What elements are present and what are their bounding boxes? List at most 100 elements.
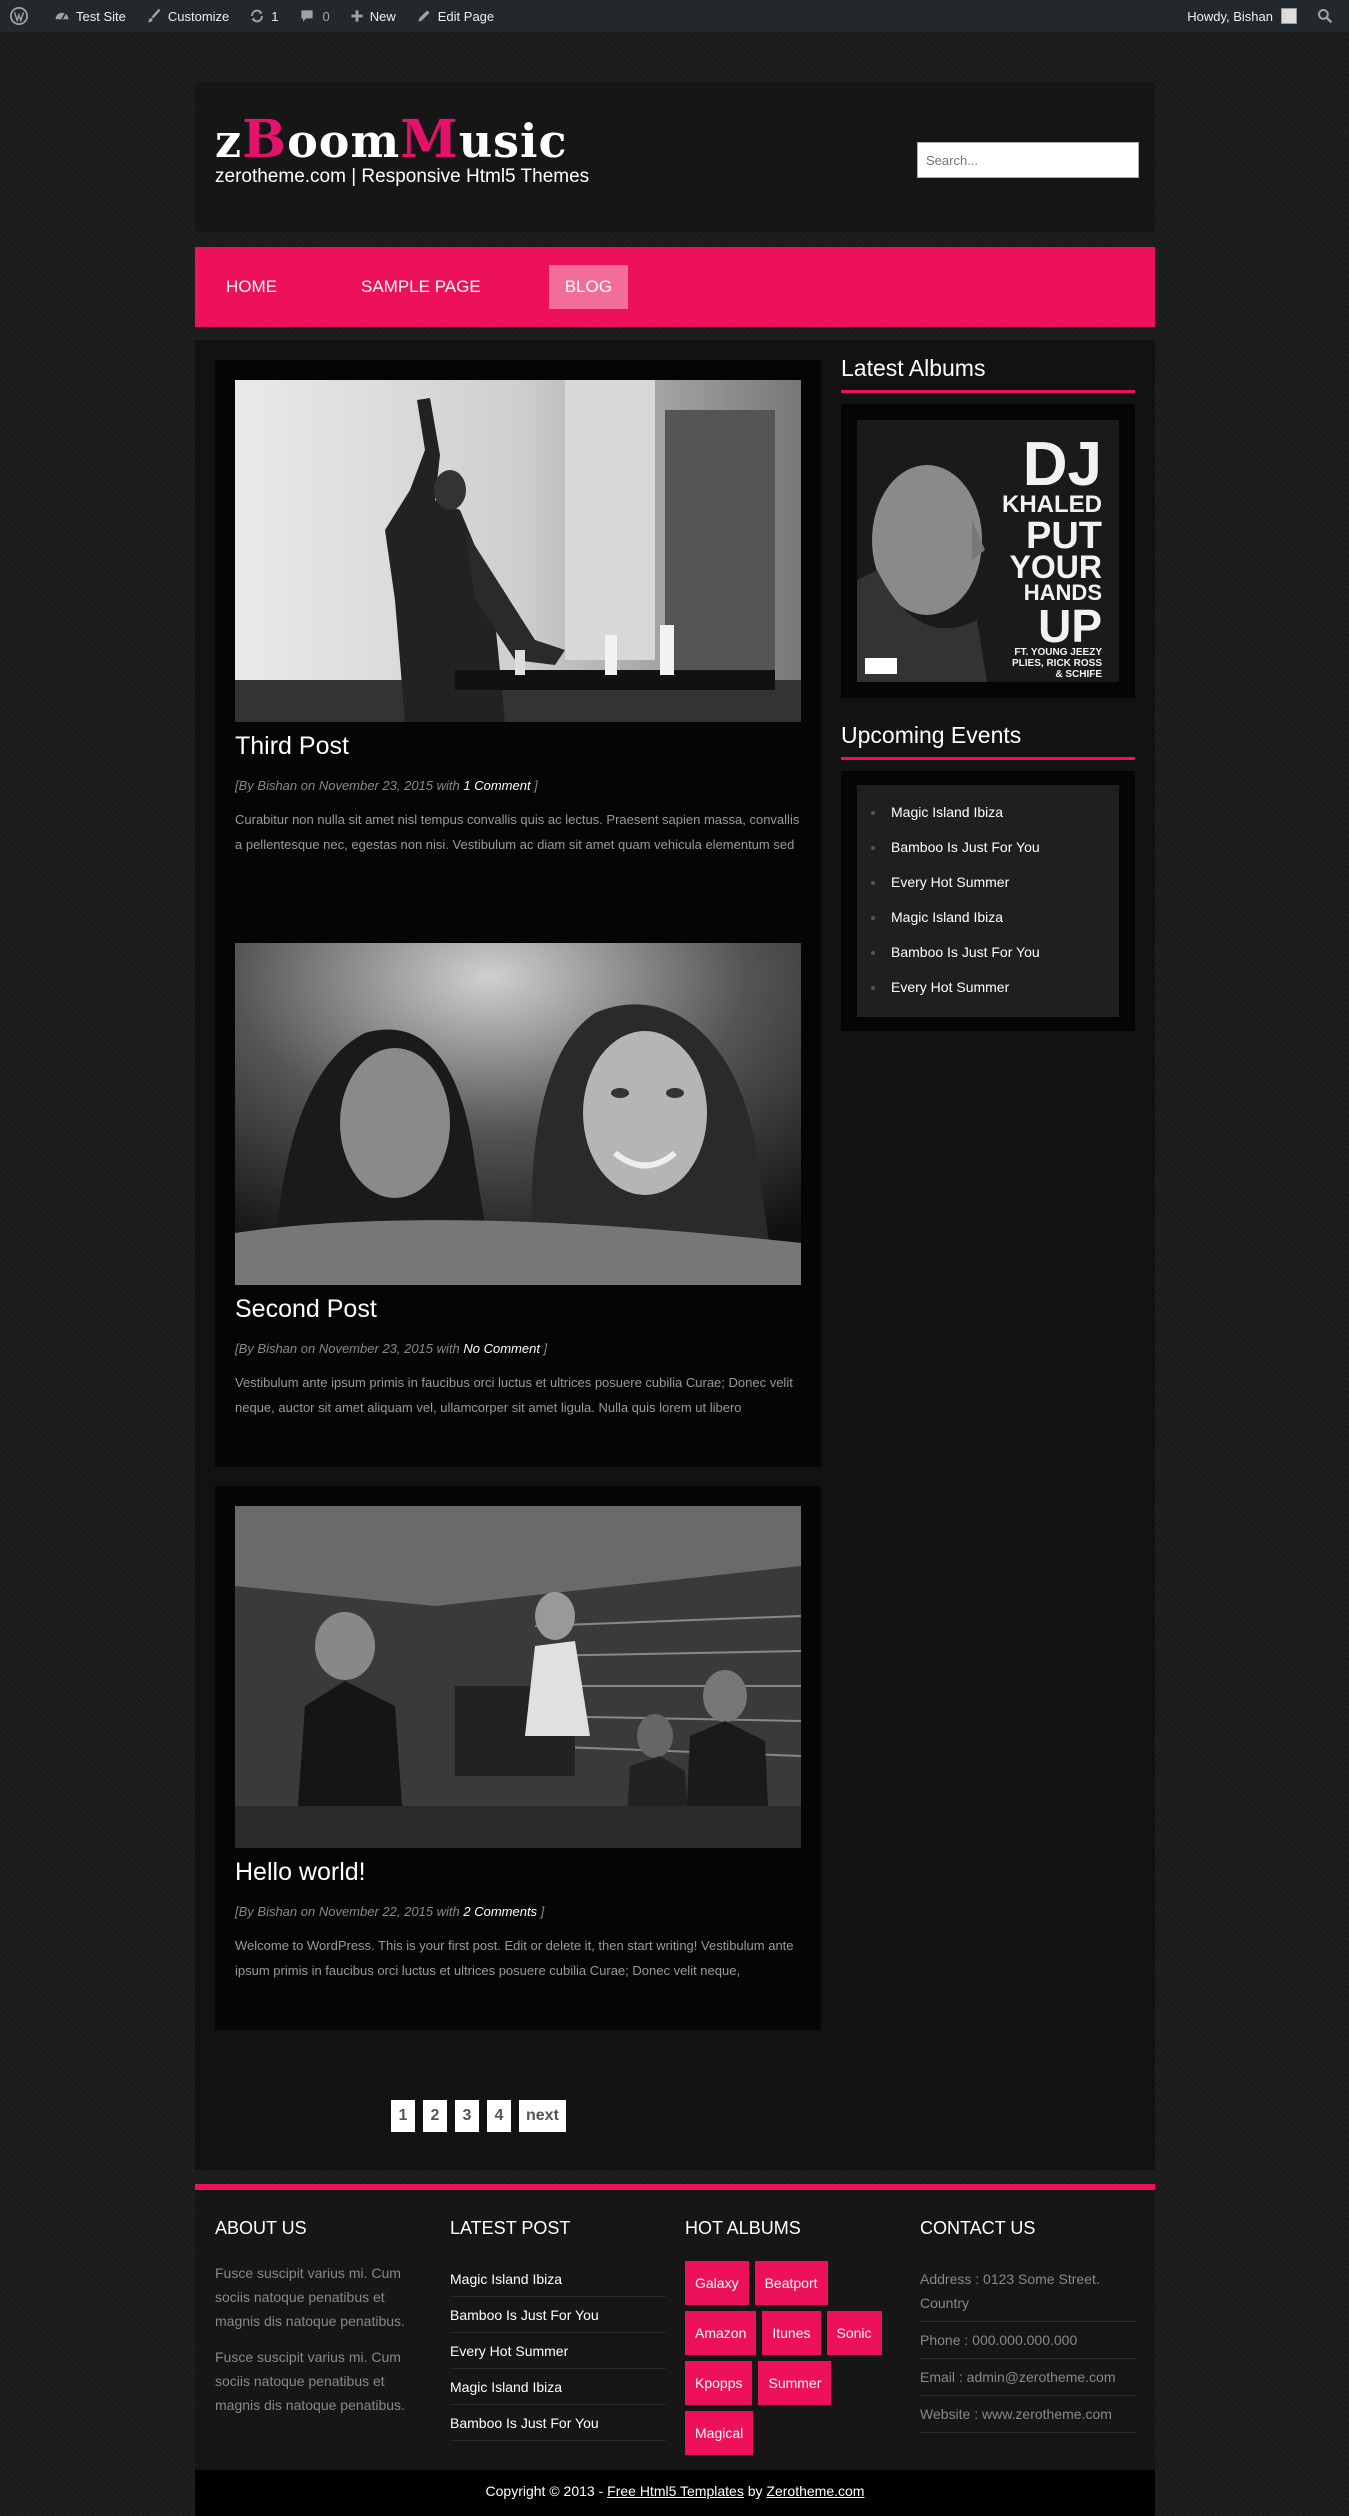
page-4-button[interactable]: 4 <box>487 2100 511 2132</box>
edit-page-link[interactable]: Edit Page <box>406 0 504 32</box>
post-meta-end: ] <box>539 1341 548 1356</box>
my-account-link[interactable]: Howdy, Bishan <box>1177 0 1307 32</box>
upcoming-events-widget: Magic Island Ibiza Bamboo Is Just For Yo… <box>841 771 1135 1031</box>
footer-contact: CONTACT US Address : 0123 Some Street. C… <box>920 2218 1136 2433</box>
post-meta: [By Bishan on November 23, 2015 with No … <box>235 1341 547 1356</box>
album-tag[interactable]: Itunes <box>762 2311 821 2355</box>
post-meta-end: ] <box>530 778 538 793</box>
site-header: zBoomMusic zerotheme.com | Responsive Ht… <box>195 82 1155 232</box>
advisory-label <box>865 658 897 674</box>
footer-post-link[interactable]: Magic Island Ibiza <box>450 2261 666 2297</box>
post-thumbnail[interactable] <box>235 1506 801 1848</box>
women-smiling-image <box>235 943 801 1285</box>
copyright-bar: Copyright © 2013 - Free Html5 Templates … <box>195 2470 1155 2516</box>
post-meta: [By Bishan on November 22, 2015 with 2 C… <box>235 1904 544 1919</box>
album-tag[interactable]: Kpopps <box>685 2361 753 2405</box>
album-tag[interactable]: Magical <box>685 2411 754 2455</box>
logo-part: B <box>242 109 288 170</box>
nav-item-sample-page[interactable]: SAMPLE PAGE <box>345 265 497 309</box>
comments-link[interactable]: No Comment <box>463 1341 540 1356</box>
admin-search-button[interactable] <box>1307 0 1349 32</box>
footer-latest-title: LATEST POST <box>450 2218 571 2238</box>
comments-link[interactable]: 0 <box>289 0 340 32</box>
footer-post-link[interactable]: Magic Island Ibiza <box>450 2369 666 2405</box>
album-tag[interactable]: Sonic <box>826 2311 882 2355</box>
pencil-icon <box>418 10 430 22</box>
free-templates-link[interactable]: Free Html5 Templates <box>607 2483 744 2499</box>
event-item[interactable]: Magic Island Ibiza <box>871 900 1119 935</box>
copyright-text: Copyright © 2013 - <box>485 2483 608 2499</box>
search-icon <box>1318 9 1333 24</box>
event-item[interactable]: Bamboo Is Just For You <box>871 935 1119 970</box>
album-cover[interactable]: DJ KHALED PUT YOUR HANDS UP FT. YOUNG JE… <box>857 420 1119 682</box>
events-list: Magic Island Ibiza Bamboo Is Just For Yo… <box>857 785 1119 1017</box>
event-item[interactable]: Magic Island Ibiza <box>871 795 1119 830</box>
site-name-label: Test Site <box>76 8 126 24</box>
latest-albums-widget: DJ KHALED PUT YOUR HANDS UP FT. YOUNG JE… <box>841 404 1135 698</box>
post-title[interactable]: Hello world! <box>235 1858 366 1887</box>
post-excerpt: Vestibulum ante ipsum primis in faucibus… <box>235 1375 793 1415</box>
search-input[interactable] <box>917 142 1139 178</box>
edit-page-label: Edit Page <box>437 8 495 24</box>
event-item[interactable]: Every Hot Summer <box>871 970 1119 1005</box>
event-item[interactable]: Bamboo Is Just For You <box>871 830 1119 865</box>
wordpress-logo-button[interactable] <box>0 0 44 32</box>
footer-post-link[interactable]: Bamboo Is Just For You <box>450 2405 666 2441</box>
brush-icon <box>148 8 161 23</box>
nav-item-home[interactable]: HOME <box>210 265 293 309</box>
new-content-link[interactable]: New <box>340 0 406 32</box>
nav-item-blog[interactable]: BLOG <box>548 265 628 309</box>
howdy-label: Howdy, Bishan <box>1187 8 1273 24</box>
album-text: UP <box>1038 600 1102 652</box>
post-title[interactable]: Third Post <box>235 732 349 761</box>
album-text: FT. YOUNG JEEZY <box>1014 647 1102 658</box>
avatar <box>1281 8 1297 24</box>
latest-albums-title: Latest Albums <box>841 355 1135 393</box>
post-card: Second Post [By Bishan on November 23, 2… <box>215 923 821 1467</box>
updates-count: 1 <box>271 8 279 24</box>
next-page-button[interactable]: next <box>519 2100 566 2132</box>
album-tag[interactable]: Summer <box>758 2361 832 2405</box>
footer-latest-post: LATEST POST Magic Island Ibiza Bamboo Is… <box>450 2218 666 2441</box>
album-tag[interactable]: Galaxy <box>685 2261 749 2305</box>
logo-part: oom <box>287 114 401 168</box>
site-footer: ABOUT US Fusce suscipit varius mi. Cum s… <box>195 2184 1155 2470</box>
logo-part: usic <box>458 114 568 168</box>
comments-link[interactable]: 2 Comments <box>463 1904 537 1919</box>
post-thumbnail[interactable] <box>235 380 801 722</box>
post-card: Hello world! [By Bishan on November 22, … <box>215 1486 821 2030</box>
footer-post-link[interactable]: Every Hot Summer <box>450 2333 666 2369</box>
post-thumbnail[interactable] <box>235 943 801 1285</box>
footer-hot-albums: HOT ALBUMS Galaxy Beatport Amazon Itunes… <box>685 2218 901 2461</box>
logo-part: z <box>215 114 243 168</box>
page-3-button[interactable]: 3 <box>455 2100 479 2132</box>
admin-bar: Test Site Customize 1 0 New Edit Page Ho… <box>0 0 1349 32</box>
page-1-button[interactable]: 1 <box>391 2100 415 2132</box>
site-name-link[interactable]: Test Site <box>44 0 136 32</box>
contact-website: Website : www.zerotheme.com <box>920 2396 1136 2433</box>
album-tag[interactable]: Beatport <box>754 2261 828 2305</box>
customize-label: Customize <box>167 8 230 24</box>
event-item[interactable]: Every Hot Summer <box>871 865 1119 900</box>
footer-post-link[interactable]: Bamboo Is Just For You <box>450 2297 666 2333</box>
updates-link[interactable]: 1 <box>239 0 288 32</box>
upcoming-events-title: Upcoming Events <box>841 722 1135 760</box>
post-excerpt: Curabitur non nulla sit amet nisl tempus… <box>235 812 800 852</box>
copyright-by: by <box>743 2483 767 2499</box>
contact-email: Email : admin@zerotheme.com <box>920 2359 1136 2396</box>
main-content: Third Post [By Bishan on November 23, 20… <box>195 340 1155 2170</box>
pagination: 1 2 3 4 next <box>391 2100 574 2132</box>
album-tag[interactable]: Amazon <box>685 2311 757 2355</box>
comments-link[interactable]: 1 Comment <box>463 778 530 793</box>
dashboard-icon <box>55 12 69 20</box>
post-title[interactable]: Second Post <box>235 1295 377 1324</box>
album-text: KHALED <box>1002 491 1102 518</box>
dj-performer-image <box>235 380 801 722</box>
customize-link[interactable]: Customize <box>136 0 239 32</box>
footer-about-text: Fusce suscipit varius mi. Cum sociis nat… <box>215 2349 405 2413</box>
zerotheme-link[interactable]: Zerotheme.com <box>766 2483 864 2499</box>
site-logo[interactable]: zBoomMusic <box>215 114 568 166</box>
updates-icon <box>251 9 264 23</box>
new-label: New <box>369 8 396 24</box>
page-2-button[interactable]: 2 <box>423 2100 447 2132</box>
